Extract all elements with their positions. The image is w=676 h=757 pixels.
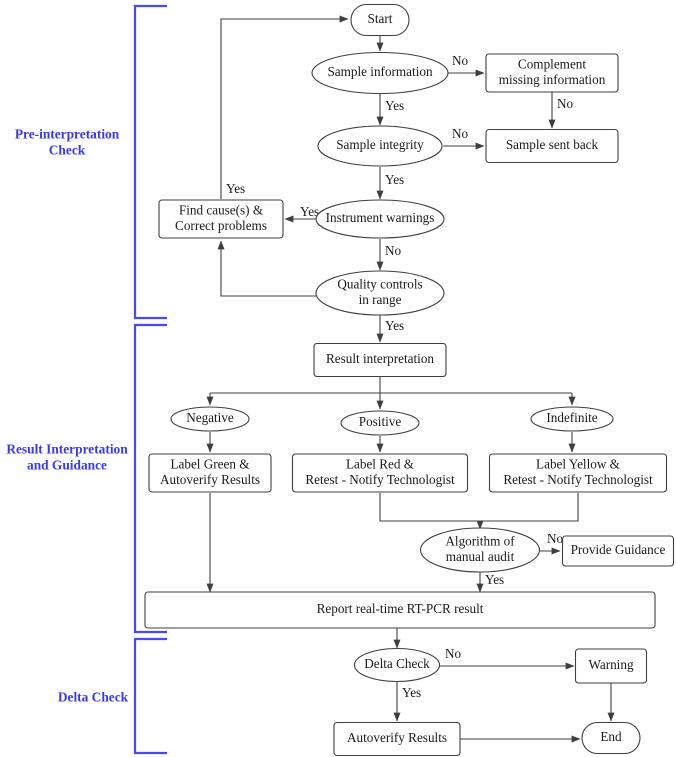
node-label-sample-information: Sample information xyxy=(327,64,433,79)
node-positive[interactable]: Positive xyxy=(340,410,420,436)
node-label-positive: Positive xyxy=(359,414,402,429)
node-indefinite[interactable]: Indefinite xyxy=(530,406,614,432)
node-delta-check-node[interactable]: Delta Check xyxy=(353,647,441,683)
node-complement-missing-information[interactable]: Complement missing information xyxy=(485,53,619,93)
node-label-end: End xyxy=(600,729,622,744)
edge-label-e-integrity-yes: Yes xyxy=(385,172,404,187)
edges-layer xyxy=(210,15,615,743)
node-label-label-green-autoverify-results: Label Green & Autoverify Results xyxy=(160,456,260,487)
node-provide-guidance[interactable]: Provide Guidance xyxy=(561,535,675,567)
node-sample-information[interactable]: Sample information xyxy=(311,51,449,95)
node-label-result-interpretation: Result interpretation xyxy=(326,351,434,366)
nodes-layer: Start Sample information Complement missing… xyxy=(144,3,675,757)
edge-label-e-qc-yes: Yes xyxy=(385,318,404,333)
flowchart-svg: Pre-interpretation Check Result Interpreta… xyxy=(6,3,675,757)
edge-label-e-deltacheck-yes: Yes xyxy=(402,685,421,700)
section-label-pre-interpretation-check: Pre-interpretation Check xyxy=(15,127,120,158)
node-label-start: Start xyxy=(368,11,393,26)
section-labels-layer: Pre-interpretation Check Result Interpreta… xyxy=(6,127,128,705)
edge-label-e-findcause-yes-start: Yes xyxy=(226,181,245,196)
node-instrument-warnings[interactable]: Instrument warnings xyxy=(315,199,445,239)
node-label-sample-integrity: Sample integrity xyxy=(336,137,424,152)
node-label-provide-guidance: Provide Guidance xyxy=(571,542,666,557)
node-end[interactable]: End xyxy=(581,721,641,755)
edge-label-e-complement-no: No xyxy=(557,96,574,111)
node-label-yellow-retest-notify-technologist[interactable]: Label Yellow & Retest - Notify Technologi… xyxy=(488,453,668,493)
node-sample-integrity[interactable]: Sample integrity xyxy=(317,125,443,167)
edge-e-interp-negative xyxy=(210,377,572,405)
node-label-autoverify-results: Autoverify Results xyxy=(347,730,447,745)
node-autoverify-results[interactable]: Autoverify Results xyxy=(333,721,461,757)
node-algorithm-of-manual-audit[interactable]: Algorithm of manual audit xyxy=(419,527,541,573)
node-label-indefinite: Indefinite xyxy=(546,410,597,425)
node-quality-controls-in-range[interactable]: Quality controls in range xyxy=(315,270,445,316)
section-label-result-interpretation-and-guidance: Result Interpretation and Guidance xyxy=(6,442,128,473)
edge-e-findcause-yes-start xyxy=(220,15,349,199)
edge-e-merge-algorithm xyxy=(379,493,579,529)
node-find-cause-correct-problems[interactable]: Find cause(s) & Correct problems xyxy=(158,199,284,239)
edge-label-e-integrity-no: No xyxy=(452,126,469,141)
node-label-delta-check-node: Delta Check xyxy=(364,656,430,671)
node-label-report-real-time-rt-pcr-result: Report real-time RT-PCR result xyxy=(317,601,484,616)
node-label-instrument-warnings: Instrument warnings xyxy=(326,210,435,225)
node-label-algorithm-of-manual-audit: Algorithm of manual audit xyxy=(445,533,515,564)
edge-label-e-algorithm-yes: Yes xyxy=(485,572,504,587)
edge-label-e-algorithm-no: No xyxy=(547,531,564,546)
node-warning[interactable]: Warning xyxy=(574,648,648,684)
node-label-negative: Negative xyxy=(186,410,234,425)
edge-label-e-sampleinfo-yes: Yes xyxy=(385,98,404,113)
edge-label-e-sampleinfo-no: No xyxy=(452,53,469,68)
node-negative[interactable]: Negative xyxy=(170,406,250,432)
node-label-sample-sent-back: Sample sent back xyxy=(506,137,599,152)
edge-label-e-warnings-no: No xyxy=(385,243,402,258)
node-label-red-retest-notify-technologist[interactable]: Label Red & Retest - Notify Technologist xyxy=(291,453,469,493)
node-label-warning: Warning xyxy=(588,657,633,672)
edge-e-qc-no-findcause xyxy=(217,240,316,297)
section-bracket-delta-check xyxy=(133,637,167,755)
section-brackets-layer xyxy=(133,4,167,755)
node-start[interactable]: Start xyxy=(350,3,410,37)
section-label-delta-check: Delta Check xyxy=(58,690,129,705)
edge-label-e-deltacheck-no: No xyxy=(445,646,462,661)
node-report-real-time-rt-pcr-result[interactable]: Report real-time RT-PCR result xyxy=(144,591,656,629)
flowchart-container: Pre-interpretation Check Result Interpreta… xyxy=(0,0,676,757)
node-result-interpretation[interactable]: Result interpretation xyxy=(313,342,447,378)
section-bracket-pre-interpretation-check xyxy=(133,4,167,320)
node-label-green-autoverify-results[interactable]: Label Green & Autoverify Results xyxy=(148,453,272,493)
node-label-find-cause-correct-problems: Find cause(s) & Correct problems xyxy=(175,202,267,233)
node-sample-sent-back[interactable]: Sample sent back xyxy=(485,128,619,164)
